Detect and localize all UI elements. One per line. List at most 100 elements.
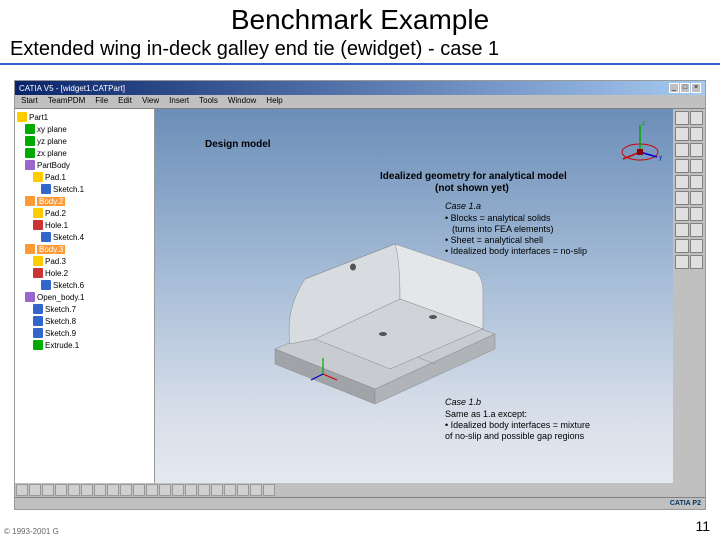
tree-node-label: Extrude.1 <box>45 341 79 350</box>
tree-item[interactable]: Sketch.6 <box>17 279 152 291</box>
tree-item[interactable]: Sketch.4 <box>17 231 152 243</box>
tree-item[interactable]: yz plane <box>17 135 152 147</box>
tree-node-icon <box>33 304 43 314</box>
tree-item[interactable]: xy plane <box>17 123 152 135</box>
tree-item[interactable]: Hole.1 <box>17 219 152 231</box>
tool-icon[interactable] <box>675 127 689 141</box>
tool-icon[interactable] <box>690 191 704 205</box>
tree-node-label: Sketch.4 <box>53 233 84 242</box>
case1b-bullet1: • Idealized body interfaces = mixture <box>445 420 590 431</box>
tool-icon[interactable] <box>690 127 704 141</box>
menu-tools[interactable]: Tools <box>195 96 222 107</box>
menu-insert[interactable]: Insert <box>165 96 193 107</box>
tree-node-label: Open_body.1 <box>37 293 84 302</box>
bottom-tool-icon[interactable] <box>263 484 275 496</box>
bottom-tool-icon[interactable] <box>107 484 119 496</box>
bottom-tool-icon[interactable] <box>198 484 210 496</box>
tool-icon[interactable] <box>690 207 704 221</box>
bottom-tool-icon[interactable] <box>120 484 132 496</box>
bottom-tool-icon[interactable] <box>172 484 184 496</box>
menu-view[interactable]: View <box>138 96 163 107</box>
tool-icon[interactable] <box>675 223 689 237</box>
bottom-tool-icon[interactable] <box>237 484 249 496</box>
tree-item[interactable]: Sketch.7 <box>17 303 152 315</box>
case1a-bullet1: • Blocks = analytical solids <box>445 213 550 224</box>
bottom-tool-icon[interactable] <box>81 484 93 496</box>
tool-icon[interactable] <box>690 111 704 125</box>
spec-tree[interactable]: Part1xy planeyz planezx planePartBodyPad… <box>15 109 155 499</box>
menu-file[interactable]: File <box>91 96 112 107</box>
tool-icon[interactable] <box>675 111 689 125</box>
case1a-bullet2: • Sheet = analytical shell <box>445 235 543 246</box>
bottom-tool-icon[interactable] <box>55 484 67 496</box>
maximize-button[interactable]: □ <box>680 83 690 93</box>
titlebar: CATIA V5 - [widget1.CATPart] _ □ × <box>15 81 705 95</box>
bottom-tool-icon[interactable] <box>29 484 41 496</box>
idealized-subtitle: (not shown yet) <box>435 183 509 195</box>
tool-icon[interactable] <box>675 239 689 253</box>
menu-start[interactable]: Start <box>17 96 42 107</box>
tree-node-icon <box>33 268 43 278</box>
bottom-tool-icon[interactable] <box>224 484 236 496</box>
minimize-button[interactable]: _ <box>669 83 679 93</box>
tree-item[interactable]: Hole.2 <box>17 267 152 279</box>
tool-icon[interactable] <box>675 191 689 205</box>
bottom-tool-icon[interactable] <box>250 484 262 496</box>
tree-node-icon <box>33 172 43 182</box>
case1b-same: Same as 1.a except: <box>445 409 527 420</box>
bottom-tool-icon[interactable] <box>42 484 54 496</box>
tree-item[interactable]: Pad.2 <box>17 207 152 219</box>
tree-item[interactable]: Sketch.9 <box>17 327 152 339</box>
tree-node-label: Body.3 <box>37 245 65 254</box>
tree-item[interactable]: PartBody <box>17 159 152 171</box>
tree-item[interactable]: Body.3 <box>17 243 152 255</box>
tree-item[interactable]: zx plane <box>17 147 152 159</box>
tool-icon[interactable] <box>675 143 689 157</box>
bottom-tool-icon[interactable] <box>94 484 106 496</box>
tree-node-icon <box>25 292 35 302</box>
tree-item[interactable]: Part1 <box>17 111 152 123</box>
bottom-tool-icon[interactable] <box>211 484 223 496</box>
tree-node-label: Sketch.8 <box>45 317 76 326</box>
tool-icon[interactable] <box>690 223 704 237</box>
3d-viewport[interactable]: z y <box>155 109 705 499</box>
tree-item[interactable]: Pad.1 <box>17 171 152 183</box>
menu-edit[interactable]: Edit <box>114 96 136 107</box>
tree-item[interactable]: Pad.3 <box>17 255 152 267</box>
bottom-tool-icon[interactable] <box>146 484 158 496</box>
tree-item[interactable]: Sketch.1 <box>17 183 152 195</box>
bottom-tool-icon[interactable] <box>133 484 145 496</box>
tree-node-icon <box>41 280 51 290</box>
case1a-bullet3: • Idealized body interfaces = no-slip <box>445 246 587 257</box>
menu-teampdm[interactable]: TeamPDM <box>44 96 89 107</box>
slide-subtitle: Extended wing in-deck galley end tie (ew… <box>0 36 720 65</box>
bottom-tool-icon[interactable] <box>16 484 28 496</box>
tree-item[interactable]: Extrude.1 <box>17 339 152 351</box>
tool-icon[interactable] <box>675 159 689 173</box>
tree-item[interactable]: Open_body.1 <box>17 291 152 303</box>
tool-icon[interactable] <box>675 207 689 221</box>
menu-window[interactable]: Window <box>224 96 260 107</box>
bottom-tool-icon[interactable] <box>68 484 80 496</box>
menu-help[interactable]: Help <box>262 96 286 107</box>
compass-icon[interactable]: z y <box>615 117 665 167</box>
tree-node-icon <box>41 184 51 194</box>
tool-icon[interactable] <box>675 255 689 269</box>
catia-window: CATIA V5 - [widget1.CATPart] _ □ × Start… <box>14 80 706 510</box>
design-model-label: Design model <box>205 139 271 151</box>
svg-text:y: y <box>659 155 662 161</box>
tree-item[interactable]: Body.2 <box>17 195 152 207</box>
tool-icon[interactable] <box>690 255 704 269</box>
bottom-tool-icon[interactable] <box>159 484 171 496</box>
bottom-tool-icon[interactable] <box>185 484 197 496</box>
tool-icon[interactable] <box>690 239 704 253</box>
tool-icon[interactable] <box>690 159 704 173</box>
tool-icon[interactable] <box>690 143 704 157</box>
close-button[interactable]: × <box>691 83 701 93</box>
tool-icon[interactable] <box>690 175 704 189</box>
tree-node-label: yz plane <box>37 137 67 146</box>
tool-icon[interactable] <box>675 175 689 189</box>
tree-item[interactable]: Sketch.8 <box>17 315 152 327</box>
tree-node-icon <box>33 220 43 230</box>
tree-node-icon <box>25 148 35 158</box>
